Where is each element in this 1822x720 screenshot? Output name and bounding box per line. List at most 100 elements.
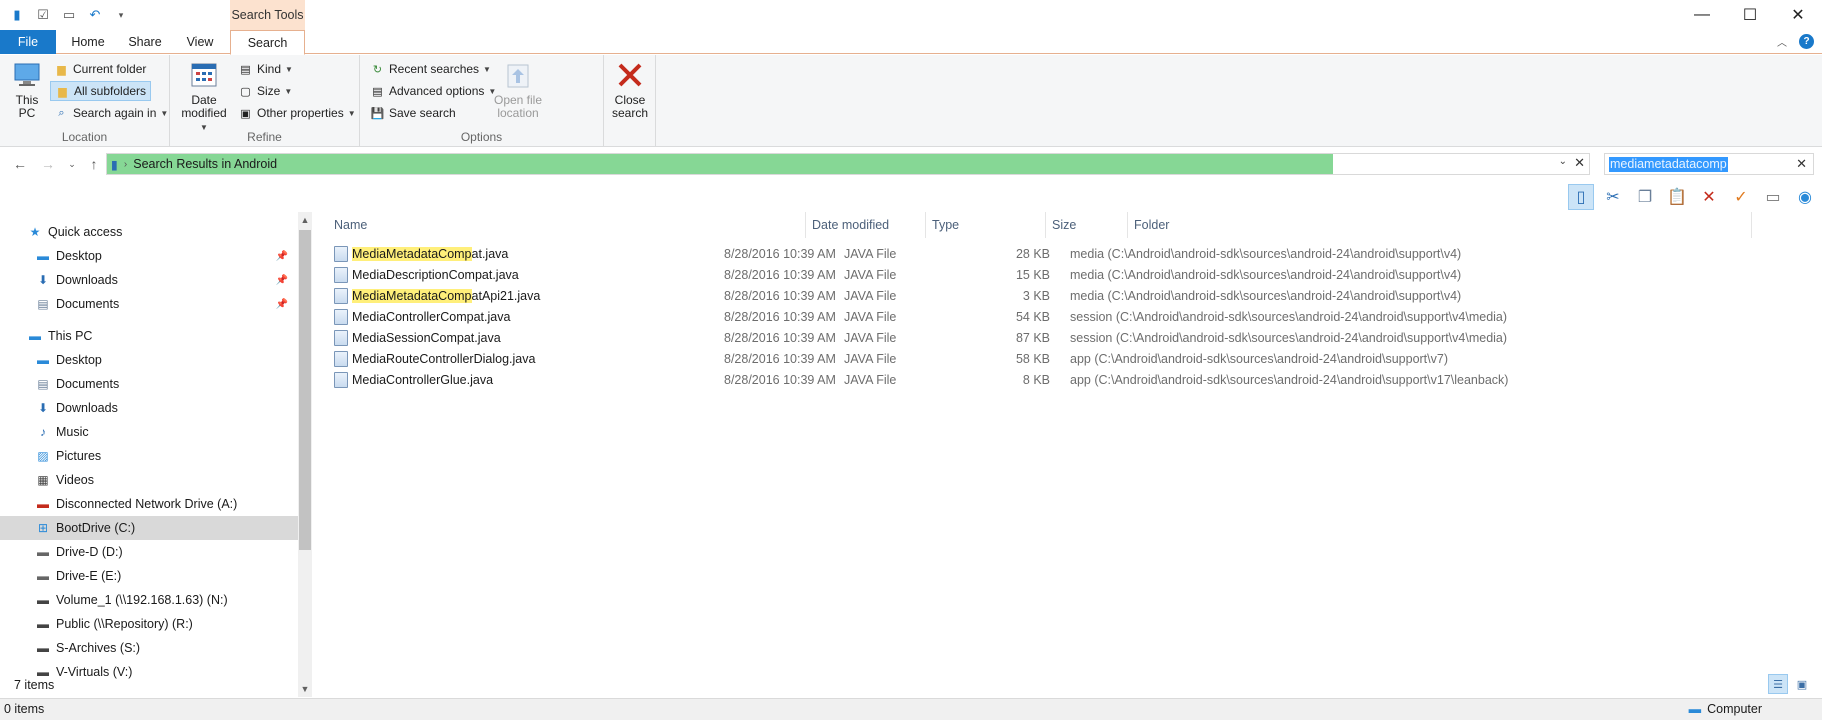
desktop-icon: ▬ — [37, 353, 49, 367]
explorer-icon[interactable]: ▮ — [8, 6, 26, 24]
delete-icon[interactable]: ✕ — [1696, 184, 1722, 210]
windows-drive-icon: ⊞ — [37, 521, 49, 535]
save-search-button[interactable]: 💾 Save search — [366, 103, 460, 123]
tab-share[interactable]: Share — [118, 30, 172, 54]
forward-arrow-icon[interactable]: → — [38, 154, 58, 174]
tab-search[interactable]: Search — [230, 30, 305, 55]
tab-home[interactable]: Home — [62, 30, 114, 54]
title-bar: ▮ ☑ ▭ ↶ ▾ Search Tools — ☐ ✕ — [0, 0, 1822, 30]
table-row[interactable]: MediaMetadataCompatApi21.java 8/28/2016 … — [334, 285, 1814, 306]
column-header-name[interactable]: Name — [312, 212, 806, 238]
nav-videos[interactable]: ▦ Videos — [0, 468, 298, 492]
size-button[interactable]: ▢ Size ▼ — [234, 81, 296, 101]
network-globe-icon[interactable]: ◉ — [1792, 184, 1818, 210]
navigation-pane: ★ Quick access ▬ Desktop 📌 ⬇ Downloads 📌… — [0, 212, 312, 697]
nav-drive-d[interactable]: ▬ Drive-D (D:) — [0, 540, 298, 564]
properties-icon[interactable]: ☑ — [34, 6, 52, 24]
java-file-icon — [334, 308, 348, 325]
help-icon[interactable]: ? — [1799, 34, 1814, 49]
nav-drive-s[interactable]: ▬ S-Archives (S:) — [0, 636, 298, 660]
customize-qat-icon[interactable]: ▾ — [112, 6, 130, 24]
tab-view[interactable]: View — [176, 30, 224, 54]
scroll-down-icon[interactable]: ▼ — [298, 681, 312, 697]
table-row[interactable]: MediaControllerCompat.java 8/28/2016 10:… — [334, 306, 1814, 327]
address-bar[interactable]: ▮ › Search Results in Android ⌄ ✕ — [106, 153, 1590, 175]
date-modified-button[interactable]: Date modified ▼ — [176, 59, 232, 134]
close-search-button[interactable]: Close search — [608, 59, 652, 120]
star-icon: ★ — [29, 225, 41, 239]
computer-icon — [11, 59, 43, 91]
nav-drive-n[interactable]: ▬ Volume_1 (\\192.168.1.63) (N:) — [0, 588, 298, 612]
rename-icon[interactable]: ▭ — [1760, 184, 1786, 210]
nav-drive-r[interactable]: ▬ Public (\\Repository) (R:) — [0, 612, 298, 636]
breadcrumb-search-results[interactable]: Search Results in Android — [133, 157, 277, 171]
all-subfolders-button[interactable]: ▆ All subfolders — [50, 81, 152, 101]
undo-icon[interactable]: ↶ — [86, 6, 104, 24]
nav-music[interactable]: ♪ Music — [0, 420, 298, 444]
nav-drive-a[interactable]: ▬ Disconnected Network Drive (A:) — [0, 492, 298, 516]
column-header-type[interactable]: Type — [926, 212, 1046, 238]
search-input[interactable]: mediametadatacomp — [1609, 157, 1728, 172]
pin-icon[interactable]: 📌 — [276, 275, 288, 286]
clear-search-icon[interactable]: ✕ — [1796, 156, 1807, 172]
search-box[interactable]: mediametadatacomp ✕ — [1604, 153, 1814, 175]
this-pc-button[interactable]: This PC — [10, 59, 44, 120]
new-folder-icon[interactable]: ▭ — [60, 6, 78, 24]
scroll-thumb[interactable] — [299, 230, 311, 550]
column-headers: Name Date modified Type Size Folder — [312, 212, 1822, 238]
up-arrow-icon[interactable]: ↑ — [84, 154, 104, 174]
open-file-location-button[interactable]: Open file location — [490, 59, 546, 120]
nav-scrollbar[interactable]: ▲ ▼ — [298, 212, 312, 697]
current-folder-button[interactable]: ▆ Current folder — [50, 59, 150, 79]
maximize-button[interactable]: ☐ — [1726, 0, 1774, 30]
save-icon: 💾 — [370, 107, 385, 120]
close-window-button[interactable]: ✕ — [1774, 0, 1822, 30]
table-row[interactable]: MediaControllerGlue.java 8/28/2016 10:39… — [334, 369, 1814, 390]
pin-icon[interactable]: 📌 — [276, 251, 288, 262]
check-icon[interactable]: ✓ — [1728, 184, 1754, 210]
table-row[interactable]: MediaDescriptionCompat.java 8/28/2016 10… — [334, 264, 1814, 285]
search-again-in-button[interactable]: ⌕ Search again in ▼ — [50, 103, 172, 123]
recent-searches-button[interactable]: ↻ Recent searches ▼ — [366, 59, 495, 79]
table-row[interactable]: MediaRouteControllerDialog.java 8/28/201… — [334, 348, 1814, 369]
column-header-date[interactable]: Date modified — [806, 212, 926, 238]
paste-icon[interactable]: 📋 — [1664, 184, 1690, 210]
cut-icon[interactable]: ✂ — [1600, 184, 1626, 210]
nav-quick-access[interactable]: ★ Quick access — [0, 220, 298, 244]
network-drive-icon: ▬ — [37, 641, 49, 655]
nav-drive-c[interactable]: ⊞ BootDrive (C:) — [0, 516, 298, 540]
copy-icon[interactable]: ❐ — [1632, 184, 1658, 210]
preview-pane-icon[interactable]: ▯ — [1568, 184, 1594, 210]
nav-pictures[interactable]: ▨ Pictures — [0, 444, 298, 468]
nav-downloads[interactable]: ⬇ Downloads — [0, 396, 298, 420]
other-properties-button[interactable]: ▣ Other properties ▼ — [234, 103, 360, 123]
minimize-button[interactable]: — — [1678, 0, 1726, 30]
column-header-folder[interactable]: Folder — [1128, 212, 1752, 238]
column-header-size[interactable]: Size — [1046, 212, 1128, 238]
kind-button[interactable]: ▤ Kind ▼ — [234, 59, 297, 79]
scroll-up-icon[interactable]: ▲ — [298, 212, 312, 228]
back-arrow-icon[interactable]: ← — [10, 154, 30, 174]
nav-qa-desktop[interactable]: ▬ Desktop 📌 — [0, 244, 298, 268]
nav-qa-downloads[interactable]: ⬇ Downloads 📌 — [0, 268, 298, 292]
nav-desktop[interactable]: ▬ Desktop — [0, 348, 298, 372]
nav-qa-documents[interactable]: ▤ Documents 📌 — [0, 292, 298, 316]
advanced-options-icon: ▤ — [372, 85, 383, 98]
documents-icon: ▤ — [37, 377, 49, 391]
nav-drive-e[interactable]: ▬ Drive-E (E:) — [0, 564, 298, 588]
pin-icon[interactable]: 📌 — [276, 299, 288, 310]
details-view-icon[interactable]: ☰ — [1768, 674, 1788, 694]
file-list: Name Date modified Type Size Folder Medi… — [312, 212, 1822, 672]
stop-search-icon[interactable]: ✕ — [1574, 155, 1585, 171]
table-row[interactable]: MediaMetadataCompat.java 8/28/2016 10:39… — [334, 243, 1814, 264]
recent-locations-icon[interactable]: ⌄ — [62, 154, 82, 174]
address-dropdown-icon[interactable]: ⌄ — [1559, 156, 1567, 167]
advanced-options-button[interactable]: ▤ Advanced options ▼ — [366, 81, 500, 101]
nav-this-pc[interactable]: ▬ This PC — [0, 324, 298, 348]
large-icons-view-icon[interactable]: ▣ — [1792, 674, 1812, 694]
table-row[interactable]: MediaSessionCompat.java 8/28/2016 10:39 … — [334, 327, 1814, 348]
collapse-ribbon-icon[interactable]: ︿ — [1777, 34, 1787, 49]
nav-documents[interactable]: ▤ Documents — [0, 372, 298, 396]
tab-file[interactable]: File — [0, 30, 56, 54]
ribbon: This PC ▆ Current folder ▆ All subfolder… — [0, 55, 1822, 147]
